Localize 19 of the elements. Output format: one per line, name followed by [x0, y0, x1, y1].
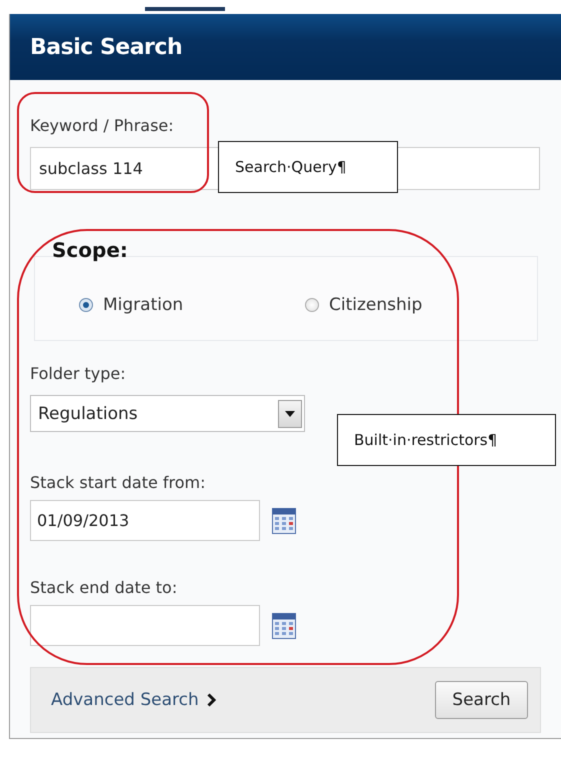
scope-radio[interactable]: Migration: [79, 294, 305, 314]
search-button[interactable]: Search: [435, 681, 528, 719]
field-label: Stack start date from:: [30, 473, 207, 492]
folder-type-dropdown[interactable]: Regulations: [30, 395, 305, 432]
field-label: Stack end date to:: [30, 578, 178, 597]
scope-radio[interactable]: Citizenship: [305, 294, 531, 314]
annotation-tooltip: Search·Query¶: [218, 141, 398, 193]
annotation-tooltip: Built·in·restrictors¶: [337, 414, 556, 466]
calendar-icon[interactable]: [272, 612, 296, 638]
date-field[interactable]: [30, 605, 260, 646]
field-label: Folder type:: [30, 364, 127, 383]
caret-icon: [285, 410, 295, 416]
date-field[interactable]: 01/09/2013: [30, 500, 260, 541]
advanced-search-link[interactable]: Advanced Search: [51, 690, 216, 710]
chevron-icon: [206, 693, 216, 707]
field-label: Keyword / Phrase:: [30, 116, 175, 135]
calendar-icon[interactable]: [272, 508, 296, 534]
scope-heading: Scope:: [52, 238, 129, 262]
panel-title: Basic Search: [30, 34, 182, 60]
